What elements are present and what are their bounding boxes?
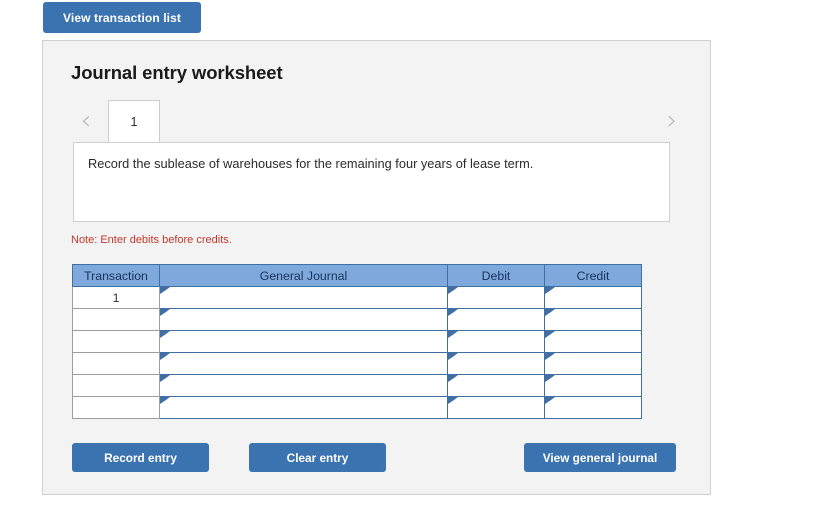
journal-entry-table: Transaction General Journal Debit Credit… (72, 264, 642, 419)
cell-general-journal[interactable] (159, 396, 448, 419)
tab-1[interactable]: 1 (108, 100, 160, 143)
dropdown-triangle-icon (448, 331, 458, 338)
cell-debit[interactable] (447, 352, 545, 375)
page-title: Journal entry worksheet (71, 62, 283, 83)
dropdown-triangle-icon (448, 397, 458, 404)
worksheet-tabstrip: 1 (108, 100, 160, 143)
cell-transaction (72, 396, 160, 419)
cell-debit[interactable] (447, 396, 545, 419)
cell-transaction (72, 308, 160, 331)
cell-transaction (72, 374, 160, 397)
cell-credit[interactable] (544, 330, 642, 353)
column-header-debit: Debit (447, 264, 545, 287)
dropdown-triangle-icon (160, 309, 170, 316)
dropdown-triangle-icon (160, 353, 170, 360)
dropdown-triangle-icon (448, 309, 458, 316)
dropdown-triangle-icon (448, 353, 458, 360)
cell-general-journal[interactable] (159, 330, 448, 353)
cell-credit[interactable] (544, 352, 642, 375)
dropdown-triangle-icon (545, 353, 555, 360)
dropdown-triangle-icon (160, 397, 170, 404)
column-header-transaction: Transaction (72, 264, 160, 287)
table-row (72, 352, 642, 375)
cell-debit[interactable] (447, 308, 545, 331)
cell-debit[interactable] (447, 374, 545, 397)
view-transaction-list-button[interactable]: View transaction list (43, 2, 201, 33)
dropdown-triangle-icon (160, 287, 170, 294)
cell-general-journal[interactable] (159, 352, 448, 375)
cell-general-journal[interactable] (159, 374, 448, 397)
dropdown-triangle-icon (160, 375, 170, 382)
table-row (72, 396, 642, 419)
table-row (72, 330, 642, 353)
clear-entry-button[interactable]: Clear entry (249, 443, 386, 472)
dropdown-triangle-icon (448, 287, 458, 294)
table-header-row: Transaction General Journal Debit Credit (72, 264, 642, 287)
cell-transaction (72, 330, 160, 353)
journal-entry-worksheet-panel: Journal entry worksheet ‹ 1 › Record the… (42, 40, 711, 495)
chevron-right-icon[interactable]: › (657, 100, 687, 143)
dropdown-triangle-icon (545, 287, 555, 294)
cell-general-journal[interactable] (159, 286, 448, 309)
column-header-credit: Credit (544, 264, 642, 287)
worksheet-pager: ‹ 1 › (71, 100, 687, 143)
prompt-box: Record the sublease of warehouses for th… (73, 142, 670, 222)
chevron-left-icon[interactable]: ‹ (71, 100, 101, 143)
cell-transaction (72, 352, 160, 375)
table-row: 1 (72, 286, 642, 309)
prompt-text: Record the sublease of warehouses for th… (88, 156, 534, 171)
dropdown-triangle-icon (545, 309, 555, 316)
cell-general-journal[interactable] (159, 308, 448, 331)
dropdown-triangle-icon (448, 375, 458, 382)
dropdown-triangle-icon (545, 375, 555, 382)
dropdown-triangle-icon (545, 397, 555, 404)
record-entry-button[interactable]: Record entry (72, 443, 209, 472)
dropdown-triangle-icon (160, 331, 170, 338)
column-header-general-journal: General Journal (159, 264, 448, 287)
debits-before-credits-note: Note: Enter debits before credits. (71, 234, 232, 246)
cell-debit[interactable] (447, 286, 545, 309)
table-row (72, 308, 642, 331)
cell-debit[interactable] (447, 330, 545, 353)
cell-transaction: 1 (72, 286, 160, 309)
cell-credit[interactable] (544, 308, 642, 331)
view-general-journal-button[interactable]: View general journal (524, 443, 676, 472)
cell-credit[interactable] (544, 396, 642, 419)
cell-credit[interactable] (544, 374, 642, 397)
dropdown-triangle-icon (545, 331, 555, 338)
cell-credit[interactable] (544, 286, 642, 309)
table-row (72, 374, 642, 397)
